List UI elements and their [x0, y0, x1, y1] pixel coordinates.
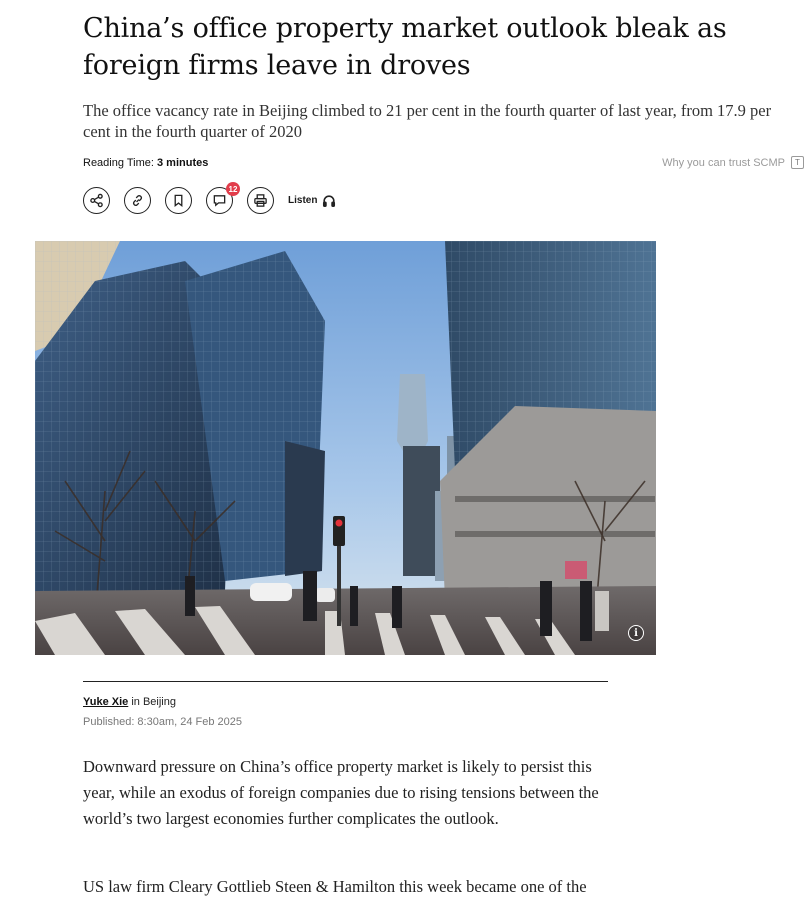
print-button[interactable] — [247, 187, 274, 214]
listen-label[interactable]: Listen — [288, 195, 317, 206]
article-paragraph: US law firm Cleary Gottlieb Steen & Hami… — [83, 877, 587, 896]
subheadline: The office vacancy rate in Beijing climb… — [83, 101, 772, 141]
bookmark-button[interactable] — [165, 187, 192, 214]
listen-button[interactable]: Listen — [288, 194, 336, 208]
comment-count-badge: 12 — [226, 182, 240, 196]
headline: China’s office property market outlook b… — [83, 13, 727, 81]
comments-button[interactable]: 12 — [206, 182, 240, 214]
link-icon — [133, 195, 142, 206]
trust-info-icon[interactable]: T — [791, 156, 804, 169]
trust-link[interactable]: Why you can trust SCMP T — [662, 156, 804, 169]
bookmark-icon — [174, 194, 183, 207]
published-date: Published: 8:30am, 24 Feb 2025 — [83, 716, 243, 728]
reading-time: Reading Time: 3 minutes — [83, 157, 208, 169]
byline-divider — [83, 681, 608, 682]
reading-time-value: 3 minutes — [157, 157, 209, 169]
author-link[interactable]: Yuke Xie — [83, 696, 128, 708]
hero-image: i — [35, 241, 656, 655]
share-button[interactable] — [83, 187, 110, 214]
article-paragraph: Downward pressure on China’s office prop… — [83, 757, 599, 828]
reading-time-label: Reading Time: — [83, 157, 154, 169]
copy-link-button[interactable] — [124, 187, 151, 214]
print-icon — [254, 194, 267, 207]
article-actions: 12 Listen — [83, 182, 336, 214]
image-info-icon[interactable]: i — [628, 625, 644, 641]
share-icon — [90, 193, 103, 208]
byline: Yuke Xie in Beijing — [83, 696, 176, 708]
comment-icon — [213, 195, 226, 207]
headphones-icon — [323, 194, 336, 207]
trust-link-text[interactable]: Why you can trust SCMP — [662, 157, 785, 169]
beijing-skyline-photo — [35, 241, 656, 655]
author-location: in Beijing — [131, 696, 176, 708]
